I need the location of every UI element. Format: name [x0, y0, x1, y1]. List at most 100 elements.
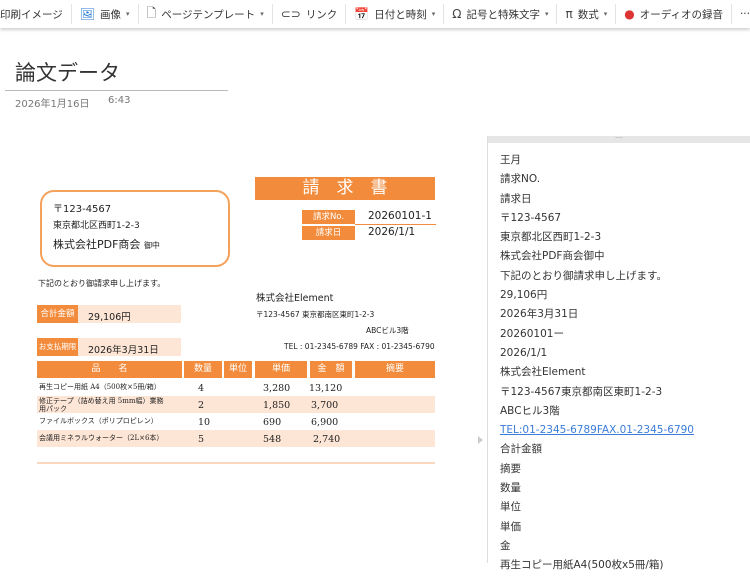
item-name: ファイルボックス（ポリプロピレン） [39, 417, 158, 425]
image-label: 画像 [100, 8, 122, 21]
ocr-text-line: 株式会社PDF商会御中 [500, 250, 605, 263]
ocr-text-line: 金 [500, 539, 511, 552]
ocr-text-line: 単位 [500, 501, 521, 514]
audio-record-button[interactable]: ● オーディオの録音 [616, 4, 732, 24]
equation-button[interactable]: π 数式 ▾ [557, 4, 617, 24]
ocr-link-line[interactable]: TEL:01-2345-6789FAX.01-2345-6790 [500, 421, 750, 440]
ocr-text-line: 合計金額 [500, 443, 542, 456]
printout-button[interactable]: 印刷イメージ [0, 4, 72, 24]
ocr-text-line: 株式会社Element [500, 366, 586, 379]
image-icon: 🖼 [79, 7, 96, 21]
col-header-note: 摘要 [355, 361, 435, 378]
item-name: 会議用ミネラルウォーター（2L×6本） [39, 434, 164, 442]
page-time: 6:43 [108, 95, 131, 106]
link-label: リンク [305, 8, 338, 21]
ocr-text-list: 王月 請求NO. 請求日 〒123-4567 東京都北区西町1-2-3 株式会社PDF商会… [488, 143, 750, 576]
chevron-down-icon: ▾ [544, 10, 549, 18]
link-button[interactable]: ⊂⊃ リンク [273, 4, 347, 24]
ocr-text-line: 〒123-4567東京都南区東町1-2-3 [500, 385, 663, 398]
chevron-down-icon: ▾ [603, 10, 608, 18]
panel-drag-handle[interactable]: ···· [488, 136, 750, 143]
link-icon: ⊂⊃ [280, 7, 301, 21]
ocr-text-line: 東京都北区西町1-2-3 [500, 231, 602, 244]
ocr-text-panel: ···· 王月 請求NO. 請求日 〒123-4567 東京都北区西町1-2-3 株式会社… [487, 136, 750, 571]
table-bottom-line [37, 462, 435, 464]
col-header-price: 単価 [255, 361, 307, 378]
table-row: 再生コピー用紙 A4（500枚×5冊/箱） 4 3,280 13,120 [37, 379, 435, 396]
page-template-icon: 🗋 [146, 5, 157, 20]
item-price: 1,850 [263, 400, 291, 411]
col-header-item: 品 名 [37, 361, 182, 378]
invoice-intro: 下記のとおり御請求申し上げます。 [38, 279, 166, 288]
recipient-name-line: 株式会社PDF商会 御中 [53, 236, 160, 252]
chevron-down-icon: ▾ [260, 10, 264, 18]
item-qty: 10 [198, 417, 211, 428]
recipient-postal: 〒123-4567 [53, 204, 112, 215]
total-value: 29,106円 [88, 312, 131, 323]
issuer-building: ABCビル3階 [366, 326, 409, 335]
symbol-button[interactable]: Ω 記号と特殊文字 ▾ [444, 4, 558, 24]
issuer-address: 〒123-4567 東京都南区東町1-2-3 [256, 310, 375, 319]
recipient-address: 東京都北区西町1-2-3 [53, 221, 140, 231]
more-button[interactable]: ··· [732, 4, 750, 24]
expand-arrow-icon[interactable] [478, 436, 483, 444]
ocr-text-line: 摘要 [500, 462, 521, 475]
invoice-date-label: 請求日 [302, 226, 355, 240]
ocr-text-line: 請求NO. [500, 173, 541, 186]
no-underline [355, 224, 436, 225]
ocr-text-line: 請求日 [500, 192, 532, 205]
symbol-label: 記号と特殊文字 [466, 8, 540, 21]
ocr-text-line: 29,106円 [500, 289, 548, 302]
printout-label: 印刷イメージ [0, 8, 63, 21]
ocr-text-line: 20260101ー [500, 327, 564, 340]
due-value: 2026年3月31日 [88, 345, 159, 356]
item-amount: 2,740 [313, 434, 341, 445]
audio-record-icon: ● [624, 7, 635, 21]
page-title[interactable]: 論文データ [15, 57, 120, 87]
invoice-heading: 請 求 書 [255, 177, 435, 200]
item-price: 3,280 [263, 383, 291, 394]
ocr-text-line: 2026年3月31日 [500, 308, 579, 321]
item-amount: 3,700 [311, 400, 339, 411]
item-price: 690 [263, 417, 282, 428]
ocr-text-line: 数量 [500, 482, 521, 495]
ribbon-toolbar: 印刷イメージ 🖼 画像 ▾ 🗋 ページテンプレート ▾ ⊂⊃ リンク 📅 日付と時刻 ▾ Ω記… [0, 0, 750, 28]
ocr-text-line: ABCヒル3階 [500, 404, 560, 417]
col-header-amount: 金 額 [310, 361, 352, 378]
title-divider [5, 90, 228, 91]
item-qty: 2 [198, 400, 205, 411]
invoice-date-value: 2026/1/1 [368, 226, 416, 238]
page-template-button[interactable]: 🗋 ページテンプレート ▾ [139, 4, 273, 24]
date-time-button[interactable]: 📅 日付と時刻 ▾ [346, 4, 445, 24]
page-template-label: ページテンプレート [161, 8, 256, 21]
item-price: 548 [263, 434, 282, 445]
calendar-clock-icon: 📅 [354, 7, 370, 21]
pi-icon: π [565, 7, 573, 21]
page-date: 2026年1月16日 [15, 99, 90, 110]
chevron-down-icon: ▾ [126, 10, 130, 18]
ocr-text-line: 下記のとおり御請求申し上げます。 [500, 269, 667, 282]
ocr-text-line: 単価 [500, 520, 521, 533]
table-row: ファイルボックス（ポリプロピレン） 10 690 6,900 [37, 413, 435, 430]
invoice-no-label: 請求No. [302, 210, 355, 224]
item-name: 再生コピー用紙 A4（500枚×5冊/箱） [39, 383, 161, 391]
more-icon: ··· [739, 8, 750, 20]
invoice-no-value: 20260101-1 [368, 210, 432, 222]
recipient-name: 株式会社PDF商会 [53, 238, 141, 251]
table-row: 修正テープ（詰め替え用 5mm幅）業務用パック 2 1,850 3,700 [37, 396, 435, 413]
audio-record-label: オーディオの録音 [639, 8, 723, 21]
equation-label: 数式 [577, 8, 599, 21]
date-time-label: 日付と時刻 [374, 8, 427, 21]
item-qty: 5 [198, 434, 205, 445]
item-name: 修正テープ（詰め替え用 5mm幅）業務用パック [39, 397, 164, 413]
issuer-contact: TEL : 01-2345-6789 FAX : 01-2345-6790 [284, 342, 435, 351]
omega-icon: Ω [452, 7, 462, 21]
image-button[interactable]: 🖼 画像 ▾ [72, 4, 139, 24]
due-label: お支払期限 [37, 338, 78, 356]
ocr-text-line: 〒123-4567 [500, 211, 562, 224]
item-qty: 4 [198, 383, 205, 394]
issuer-name: 株式会社Element [256, 293, 334, 304]
col-header-unit: 単位 [224, 361, 252, 378]
ocr-text-line: 再生コピー用紙A4(500枚x5冊/箱) [500, 559, 664, 572]
col-header-qty: 数量 [184, 361, 222, 378]
